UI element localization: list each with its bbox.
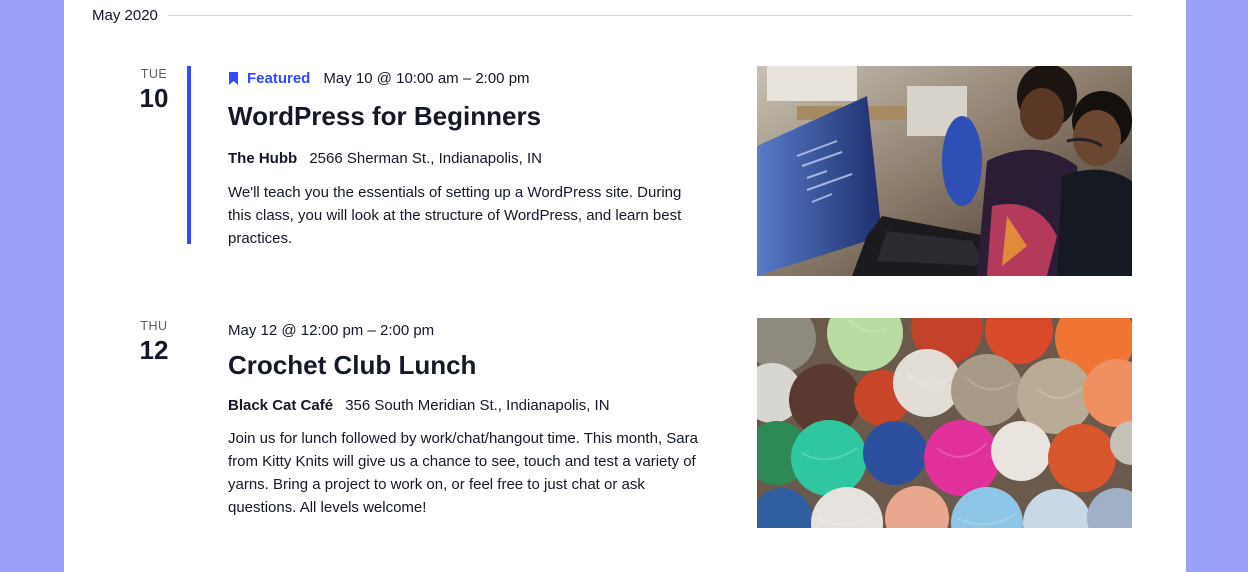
event-venue: The Hubb 2566 Sherman St., Indianapolis,… <box>228 149 708 169</box>
event-date-tag[interactable]: THU 12 <box>130 318 178 364</box>
event-datetime: May 10 @ 10:00 am – 2:00 pm <box>323 69 530 87</box>
venue-name: The Hubb <box>228 150 298 167</box>
event-meta: May 12 @ 12:00 pm – 2:00 pm <box>228 318 708 342</box>
event-description: Join us for lunch followed by work/chat/… <box>228 430 698 516</box>
event-meta: Featured May 10 @ 10:00 am – 2:00 pm <box>228 66 708 90</box>
venue-name: Black Cat Café <box>228 397 334 414</box>
event-details: May 12 @ 12:00 pm – 2:00 pm Crochet Club… <box>228 318 708 519</box>
month-label: May 2020 <box>92 6 158 24</box>
event-datetime: May 12 @ 12:00 pm – 2:00 pm <box>228 321 435 339</box>
event-venue: Black Cat Café 356 South Meridian St., I… <box>228 396 708 416</box>
event-date-tag[interactable]: TUE 10 <box>130 66 178 112</box>
event-weekday: THU <box>140 319 168 333</box>
yarn-balls-photo <box>757 318 1132 528</box>
people-at-laptop-photo <box>757 66 1132 276</box>
event-day: 10 <box>139 83 169 113</box>
featured-indicator-bar <box>187 66 191 244</box>
event-title-link[interactable]: Crochet Club Lunch <box>228 348 708 382</box>
featured-badge: Featured <box>228 70 310 87</box>
month-divider-line <box>167 14 1132 16</box>
event-row: TUE 10 Featured May 10 @ 10:00 am – 2:00… <box>64 66 1186 278</box>
event-image-link[interactable] <box>757 66 1132 276</box>
event-row: THU 12 May 12 @ 12:00 pm – 2:00 pm Croch… <box>64 318 1186 530</box>
event-description: We'll teach you the essentials of settin… <box>228 184 682 247</box>
event-weekday: TUE <box>140 67 168 81</box>
events-list-page: May 2020 TUE 10 Featured May 10 @ 10:00 … <box>64 0 1186 572</box>
month-separator: May 2020 <box>92 0 1132 30</box>
bookmark-icon <box>229 72 238 85</box>
event-details: Featured May 10 @ 10:00 am – 2:00 pm Wor… <box>228 66 708 250</box>
event-image-link[interactable] <box>757 318 1132 528</box>
venue-address: 2566 Sherman St., Indianapolis, IN <box>309 150 542 167</box>
event-day: 12 <box>139 335 169 365</box>
event-title-link[interactable]: WordPress for Beginners <box>228 99 708 133</box>
featured-label: Featured <box>247 69 311 87</box>
venue-address: 356 South Meridian St., Indianapolis, IN <box>345 397 610 414</box>
